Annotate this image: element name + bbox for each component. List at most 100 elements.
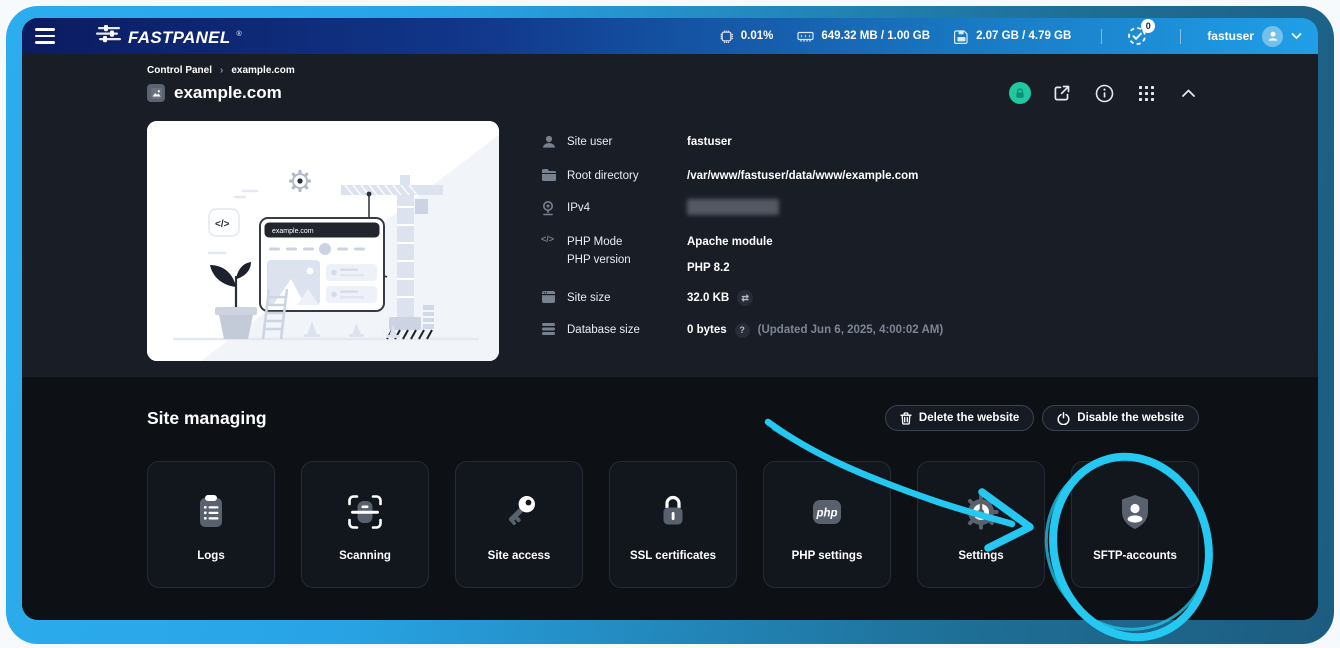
php-row: </> PHP Mode PHP version Apache module P… [541,233,1199,277]
site-user-label: Site user [567,133,687,151]
site-size-label: Site size [567,289,687,307]
cpu-usage-metric: 0.01% [719,29,774,44]
database-size-label: Database size [567,321,687,339]
notification-count-badge: 0 [1141,19,1155,33]
php-icon: php [805,488,849,536]
site-info-list: Site user fastuser Root directory /var/w… [541,121,1199,361]
php-version-value: PHP 8.2 [687,259,730,277]
logo-text: FASTPANEL [128,28,231,48]
logo-equalizer-icon [96,25,122,43]
database-size-help-button[interactable]: ? [735,323,750,338]
card-sftp-accounts[interactable]: SFTP-accounts [1071,461,1199,588]
card-settings[interactable]: Settings [917,461,1045,588]
memory-usage-value: 649.32 MB / 1.00 GB [821,30,930,42]
refresh-icon: ⇄ [741,289,749,307]
username-label: fastuser [1207,29,1254,43]
apps-grid-button[interactable] [1135,82,1157,104]
topbar: FASTPANEL ® 0.01% 649.32 MB / 1.00 G [22,18,1318,54]
card-label: SSL certificates [630,550,716,562]
site-size-value: 32.0 KB [687,289,729,307]
external-link-icon [1053,84,1071,102]
site-user-value: fastuser [687,133,732,151]
disk-usage-value: 2.07 GB / 4.79 GB [976,30,1071,42]
menu-hamburger-icon[interactable] [30,24,60,48]
avatar [1262,26,1283,47]
database-icon [541,321,567,341]
image-placeholder-icon [151,88,162,99]
managing-cards: Logs Scannin [147,461,1199,588]
logo-registered-mark: ® [237,31,242,38]
chevron-down-icon [1291,32,1302,40]
breadcrumb: Control Panel › example.com [147,65,1199,76]
site-managing-section: Site managing Delete the website [22,377,1318,620]
cpu-usage-value: 0.01% [741,30,774,42]
card-scanning[interactable]: Scanning [301,461,429,588]
disk-usage-metric: 2.07 GB / 4.79 GB [954,29,1071,44]
recalculate-size-button[interactable]: ⇄ [737,290,753,306]
logs-clipboard-icon [189,488,233,536]
site-details-section: Control Panel › example.com example.com [22,54,1318,377]
code-icon: </> [541,233,567,244]
info-button[interactable] [1093,82,1115,104]
cpu-icon [719,29,734,44]
breadcrumb-current: example.com [231,65,294,76]
padlock-icon [651,488,695,536]
page-title: example.com [174,83,282,103]
user-avatar-icon [1267,30,1279,42]
card-label: SFTP-accounts [1093,550,1177,562]
grid-dots-icon [1138,85,1155,102]
delete-website-button[interactable]: Delete the website [885,405,1034,431]
site-favicon [147,84,165,102]
root-directory-row: Root directory /var/www/fastuser/data/ww… [541,167,1199,187]
gear-icon [959,488,1003,536]
php-icon-text: php [815,508,837,520]
question-icon: ? [739,321,745,339]
location-pin-icon [541,199,567,221]
card-site-access[interactable]: Site access [455,461,583,588]
illustration-code-glyph: </> [215,219,230,230]
ipv4-row: IPv4 [541,199,1199,221]
site-user-row: Site user fastuser [541,133,1199,155]
card-ssl-certificates[interactable]: SSL certificates [609,461,737,588]
php-mode-value: Apache module [687,233,773,251]
database-size-updated: (Updated Jun 6, 2025, 4:00:02 AM) [758,321,944,339]
trash-icon [900,412,912,425]
browser-window-icon [541,289,567,309]
ssl-status-badge[interactable] [1009,82,1031,104]
breadcrumb-separator: › [220,65,223,76]
database-size-row: Database size 0 bytes ? (Updated Jun 6, … [541,321,1199,341]
user-menu[interactable]: fastuser [1207,26,1302,47]
disk-icon [954,29,969,44]
notifications-button[interactable]: 0 [1124,23,1150,49]
memory-icon [797,29,814,43]
scanning-icon [343,488,387,536]
user-icon [541,133,567,155]
ipv4-redacted-value [687,199,779,215]
lock-icon [1015,88,1025,99]
section-title: Site managing [147,408,267,429]
fastpanel-logo[interactable]: FASTPANEL ® [96,25,242,48]
card-label: Logs [197,550,224,562]
card-logs[interactable]: Logs [147,461,275,588]
site-illustration: example.com [147,121,499,361]
php-version-label: PHP version [567,251,687,269]
database-size-value: 0 bytes [687,321,727,339]
ipv4-label: IPv4 [567,199,687,217]
folder-icon [541,167,567,187]
disable-website-button[interactable]: Disable the website [1042,405,1199,431]
php-mode-label: PHP Mode [567,233,687,251]
info-icon [1095,84,1114,103]
site-size-row: Site size 32.0 KB ⇄ [541,289,1199,309]
open-site-external-button[interactable] [1051,82,1073,104]
key-icon [497,488,541,536]
delete-website-label: Delete the website [919,412,1019,424]
shield-user-icon [1113,488,1157,536]
illustration-browser-url: example.com [272,228,314,235]
chevron-up-icon [1181,88,1196,98]
breadcrumb-control-panel[interactable]: Control Panel [147,65,212,76]
memory-usage-metric: 649.32 MB / 1.00 GB [797,29,930,43]
card-php-settings[interactable]: php PHP settings [763,461,891,588]
collapse-panel-button[interactable] [1177,82,1199,104]
card-label: Scanning [339,550,391,562]
root-directory-label: Root directory [567,167,687,185]
